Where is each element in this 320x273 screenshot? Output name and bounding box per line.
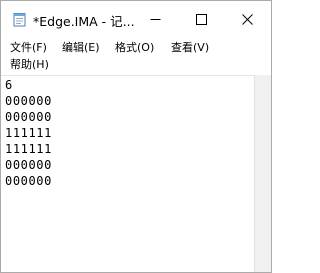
vertical-scrollbar[interactable]: [254, 75, 271, 272]
editor-line: 111111: [5, 126, 52, 140]
menu-file[interactable]: 文件(F): [10, 40, 47, 56]
menu-edit[interactable]: 编辑(E): [62, 40, 100, 56]
notepad-icon: [13, 12, 27, 27]
maximize-icon: [196, 14, 207, 25]
editor-line: 000000: [5, 174, 52, 188]
window-title: *Edge.IMA - 记...: [33, 14, 135, 29]
close-icon: [242, 14, 253, 25]
menu-help[interactable]: 帮助(H): [10, 57, 49, 73]
menu-bar: 文件(F) 编辑(E) 格式(O) 查看(V) 帮助(H): [1, 38, 271, 74]
maximize-button[interactable]: [179, 1, 225, 38]
menu-format[interactable]: 格式(O): [115, 40, 154, 56]
menu-view[interactable]: 查看(V): [171, 40, 209, 56]
title-bar[interactable]: *Edge.IMA - 记...: [1, 1, 271, 38]
text-editor[interactable]: 6 000000 000000 111111 111111 000000 000…: [1, 75, 254, 272]
close-button[interactable]: [225, 1, 271, 38]
minimize-button[interactable]: [133, 1, 179, 38]
editor-line: 000000: [5, 94, 52, 108]
editor-line: 000000: [5, 158, 52, 172]
editor-line: 111111: [5, 142, 52, 156]
minimize-icon: [150, 19, 161, 20]
notepad-window: *Edge.IMA - 记... 文件(F) 编辑(E) 格式(O) 查看(V)…: [0, 0, 272, 273]
editor-line: 6: [5, 78, 13, 92]
editor-line: 000000: [5, 110, 52, 124]
